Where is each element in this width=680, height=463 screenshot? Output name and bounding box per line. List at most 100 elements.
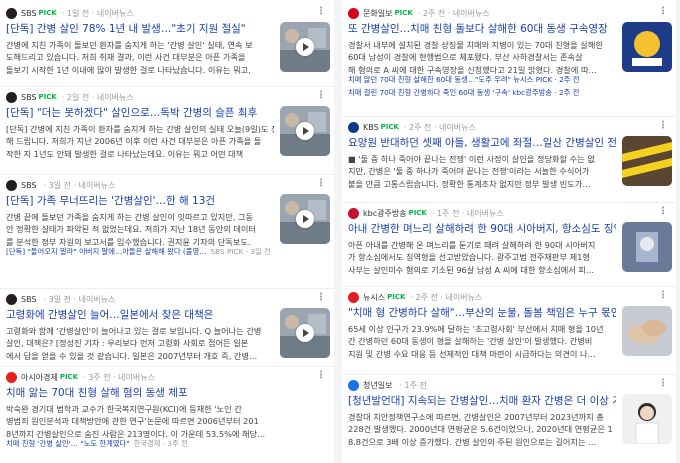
news-description[interactable]: 아픈 아내를 간병해 온 며느리를 둔기로 때려 살해하려 한 90대 시아버지… bbox=[348, 239, 616, 276]
press-logo-icon[interactable] bbox=[348, 291, 359, 303]
press-logo-icon[interactable] bbox=[6, 7, 17, 19]
news-card[interactable]: kbc광주방송 PICK · 1주 전 · 네이버뉴스 ⋮ 아내 간병한 며느리 살해하… bbox=[342, 206, 676, 290]
press-logo-icon[interactable] bbox=[6, 293, 17, 305]
press-name[interactable]: SBS bbox=[21, 181, 37, 190]
press-name[interactable]: 문화일보 bbox=[363, 8, 392, 19]
news-thumbnail[interactable] bbox=[622, 306, 672, 356]
news-thumbnail[interactable] bbox=[280, 308, 330, 358]
news-description[interactable]: 박숙완 경기대 법학과 교수가 한국복지연구원(KCI)에 등재한 '노인 간병… bbox=[6, 403, 326, 440]
play-icon[interactable] bbox=[296, 38, 314, 56]
more-icon[interactable]: ⋮ bbox=[316, 293, 326, 303]
play-icon[interactable] bbox=[296, 210, 314, 228]
more-icon[interactable]: ⋮ bbox=[658, 121, 668, 131]
source-line: SBS · 3일 전 · 네이버뉴스 bbox=[6, 178, 115, 192]
press-logo-icon[interactable] bbox=[6, 91, 17, 103]
press-logo-icon[interactable] bbox=[6, 179, 17, 191]
press-name[interactable]: kbc광주방송 bbox=[363, 208, 407, 219]
news-meta: · 3일 전 · 네이버뉴스 bbox=[43, 294, 116, 304]
related-news-title[interactable]: [단독] "들어오지 말라" 아버지 말에…아들은 살해해 왔다 (풀영… bbox=[6, 247, 206, 256]
news-thumbnail[interactable] bbox=[280, 106, 330, 156]
right-column: 문화일보 PICK · 2주 전 · 네이버뉴스 ⋮ 또 간병살인…치매 친형 돌보다 … bbox=[342, 0, 676, 463]
description-line: 병범죄 원인분석과 대책방안에 관한 연구'논문에 따르면 2006년부터 20… bbox=[6, 416, 259, 427]
news-thumbnail[interactable] bbox=[622, 136, 672, 186]
source-line: 아시아경제 PICK · 3주 전 · 네이버뉴스 bbox=[6, 370, 155, 384]
more-icon[interactable]: ⋮ bbox=[316, 179, 326, 189]
more-icon[interactable]: ⋮ bbox=[658, 291, 668, 301]
related-news-link[interactable]: 치매 걸린 70대 친형 간병하다 죽인 60대 동생 '구속' kbc광주방송… bbox=[348, 87, 579, 98]
news-title[interactable]: "치매 형 간병하다 살해"…부산의 눈물, 돌봄 책임은 누구 몫인가 bbox=[348, 306, 616, 321]
news-thumbnail[interactable] bbox=[622, 394, 672, 444]
news-thumbnail[interactable] bbox=[622, 222, 672, 272]
play-icon[interactable] bbox=[296, 122, 314, 140]
news-description[interactable]: 간병에 지친 가족이 돌보던 환자를 숨지게 하는 '간병 살인' 실태, 연속… bbox=[6, 39, 274, 76]
news-title[interactable]: [단독] 간병 살인 78% 1년 내 발생…"초기 지원 절실" bbox=[6, 22, 274, 37]
news-description[interactable]: 경찰서 내부에 설치된 경찰 상징물 치매와 지병이 있는 70대 친형을 살해… bbox=[348, 39, 616, 76]
news-title[interactable]: 치매 앓는 70대 친형 살해 혐의 동생 체포 bbox=[6, 386, 326, 401]
left-column: SBS PICK · 1일 전 · 네이버뉴스 ⋮ [단독] 간병 살인 78% 1년 … bbox=[0, 0, 334, 463]
news-thumbnail[interactable] bbox=[280, 22, 330, 72]
related-news-link[interactable]: 치매 앓던 70대 친형 살해한 60대 동생…"도주 우려" 뉴시스 PICK… bbox=[348, 74, 584, 85]
card-divider bbox=[342, 286, 676, 287]
description-line: ■ '둘 중 하나 죽어야 끝나는 전쟁' 이런 사정이 살인을 정당화할 수는… bbox=[348, 154, 595, 164]
news-card[interactable]: SBS PICK · 1일 전 · 네이버뉴스 ⋮ [단독] 간병 살인 78% 1년 … bbox=[0, 6, 334, 90]
news-card[interactable]: 문화일보 PICK · 2주 전 · 네이버뉴스 ⋮ 또 간병살인…치매 친형 돌보다 … bbox=[342, 6, 676, 97]
news-thumbnail[interactable] bbox=[622, 22, 672, 72]
press-logo-icon[interactable] bbox=[348, 7, 359, 19]
news-description[interactable]: 경찰대 치안정책연구소에 따르면, 간병살인은 2007년부터 2023년까지 … bbox=[348, 411, 616, 448]
more-icon[interactable]: ⋮ bbox=[316, 7, 326, 17]
related-news-title[interactable]: 치매 앓던 70대 친형 살해한 60대 동생…"도주 우려" 뉴시스 PICK… bbox=[348, 75, 580, 84]
news-meta: · 2주 전 · 네이버뉴스 bbox=[417, 8, 490, 18]
related-news-link[interactable]: 치매 친형 '간병 살인'… "노도 한계였다" 한국경제 · 3주 전 bbox=[6, 438, 188, 449]
news-title[interactable]: 고령화에 간병살인 늘어…일본에서 찾은 대책은 bbox=[6, 308, 274, 323]
card-divider bbox=[342, 202, 676, 203]
news-description[interactable]: ■ '둘 중 하나 죽어야 끝나는 전쟁' 이런 사정이 살인을 정당화할 수는… bbox=[348, 153, 616, 190]
news-card[interactable]: SBS PICK · 2일 전 · 네이버뉴스 ⋮ [단독] "더는 못하겠다" 살인으… bbox=[0, 90, 334, 174]
news-card[interactable]: SBS · 3일 전 · 네이버뉴스 ⋮ [단독] 가족 무너뜨리는 '간병살인'…한… bbox=[0, 178, 334, 262]
press-logo-icon[interactable] bbox=[348, 121, 359, 133]
more-icon[interactable]: ⋮ bbox=[316, 371, 326, 381]
press-name[interactable]: 뉴시스 bbox=[363, 292, 385, 303]
related-news-title[interactable]: 치매 친형 '간병 살인'… "노도 한계였다" bbox=[6, 439, 130, 448]
news-title[interactable]: 또 간병살인…치매 친형 돌보다 살해한 60대 동생 구속영장 bbox=[348, 22, 616, 37]
press-name[interactable]: SBS bbox=[21, 9, 37, 18]
press-logo-icon[interactable] bbox=[348, 379, 359, 391]
news-title[interactable]: [단독] "더는 못하겠다" 살인으로…독박 간병의 슬픈 최후 bbox=[6, 106, 274, 121]
description-line: 간병에 지친 가족이 돌보던 환자를 숨지게 하는 '간병 살인' 실태, 연속… bbox=[6, 40, 253, 50]
pick-badge: PICK bbox=[408, 209, 427, 217]
more-icon[interactable]: ⋮ bbox=[658, 7, 668, 17]
description-line: 8.8건으로 3배 이상 증가했다. 간병 살인의 주된 원인으로는 길어지는 … bbox=[348, 436, 597, 447]
news-card[interactable]: 아시아경제 PICK · 3주 전 · 네이버뉴스 ⋮ 치매 앓는 70대 친형 살해 … bbox=[0, 370, 334, 454]
card-divider bbox=[342, 374, 676, 375]
card-divider bbox=[0, 288, 334, 289]
news-title[interactable]: 아내 간병한 며느리 살해하려 한 90대 시아버지, 항소심도 징역… bbox=[348, 222, 616, 237]
press-name[interactable]: SBS bbox=[21, 93, 37, 102]
play-icon[interactable] bbox=[296, 324, 314, 342]
press-name[interactable]: 아시아경제 bbox=[21, 372, 58, 383]
press-name[interactable]: SBS bbox=[21, 295, 37, 304]
news-thumbnail[interactable] bbox=[280, 194, 330, 244]
news-title[interactable]: [단독] 가족 무너뜨리는 '간병살인'…한 해 13건 bbox=[6, 194, 274, 209]
news-card[interactable]: 청년일보 · 1주 전 ⋮ [청년발언대] 지속되는 간병살인…치매 환자 간병은 더… bbox=[342, 378, 676, 462]
news-card[interactable]: KBS PICK · 2주 전 · 네이버뉴스 ⋮ 요양원 반대하던 셋째 아들, 생활… bbox=[342, 120, 676, 204]
news-description[interactable]: 간병 끝에 돌보던 가족을 숨지게 하는 간병 살인이 잇따르고 있지만, 그동… bbox=[6, 211, 274, 248]
press-name[interactable]: 청년일보 bbox=[363, 380, 392, 391]
news-card[interactable]: SBS · 3일 전 · 네이버뉴스 ⋮ 고령화에 간병살인 늘어…일본에서 찾은 대… bbox=[0, 292, 334, 376]
press-logo-icon[interactable] bbox=[6, 371, 17, 383]
news-title[interactable]: 요양원 반대하던 셋째 아들, 생활고에 좌절…일산 간병살인 전모 bbox=[348, 136, 616, 151]
news-description[interactable]: [단독] 간병에 지친 가족이 환자를 숨지게 하는 간병 살인의 실태 오늘(… bbox=[6, 123, 274, 160]
press-logo-icon[interactable] bbox=[348, 207, 359, 219]
related-news-link[interactable]: [단독] "들어오지 말라" 아버지 말에…아들은 살해해 왔다 (풀영… SBS… bbox=[6, 246, 271, 257]
more-icon[interactable]: ⋮ bbox=[316, 91, 326, 101]
news-description[interactable]: 고령화와 함께 '간병살인'이 늘어나고 있는 걸로 보입니다. Q 늘어나는 … bbox=[6, 325, 274, 362]
pick-badge: PICK bbox=[38, 9, 57, 17]
news-description[interactable]: 65세 이상 인구가 23.9%에 달하는 '초고령사회' 부산에서 치매 형을… bbox=[348, 323, 616, 360]
more-icon[interactable]: ⋮ bbox=[658, 379, 668, 389]
description-line: 박숙완 경기대 법학과 교수가 한국복지연구원(KCI)에 등재한 '노인 간 bbox=[6, 404, 242, 414]
description-line: 붙을 만큼 고통스럽습니다. 정확한 통계조차 없지만 정부 발생 빈도가… bbox=[348, 178, 591, 189]
news-card[interactable]: 뉴시스 PICK · 2주 전 · 네이버뉴스 ⋮ "치매 형 간병하다 살해"…부산의… bbox=[342, 290, 676, 374]
related-news-title[interactable]: 치매 걸린 70대 친형 간병하다 죽인 60대 동생 '구속' kbc광주방송… bbox=[348, 88, 579, 97]
press-name[interactable]: KBS bbox=[363, 123, 379, 132]
source-line: 청년일보 · 1주 전 bbox=[348, 378, 427, 392]
more-icon[interactable]: ⋮ bbox=[658, 207, 668, 217]
news-title[interactable]: [청년발언대] 지속되는 간병살인…치매 환자 간병은 더 이상 가… bbox=[348, 394, 616, 409]
